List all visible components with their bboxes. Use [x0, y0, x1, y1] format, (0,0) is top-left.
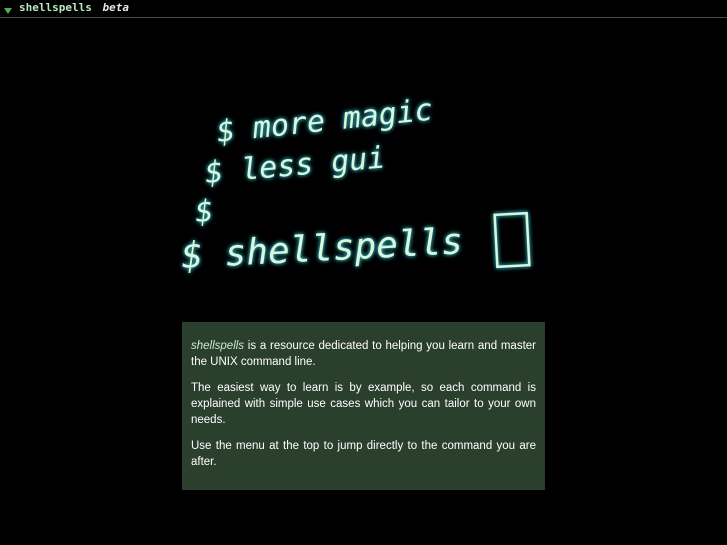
- site-title[interactable]: shellspells beta: [19, 1, 129, 14]
- intro-paragraph-1: shellspells is a resource dedicated to h…: [191, 338, 536, 370]
- top-menu-bar: shellspells beta: [0, 0, 727, 18]
- hero-line-shellspells: $ shellspells: [180, 221, 464, 277]
- hero-line-more-magic: $ more magic: [215, 92, 434, 149]
- intro-paragraph-2: The easiest way to learn is by example, …: [191, 382, 536, 426]
- intro-panel: shellspells is a resource dedicated to h…: [182, 322, 545, 490]
- intro-paragraph-3: Use the menu at the top to jump directly…: [191, 440, 536, 468]
- intro-brand-em: shellspells: [191, 340, 245, 352]
- menu-toggle-icon[interactable]: [3, 3, 13, 14]
- beta-badge: beta: [102, 1, 129, 14]
- hero-terminal-graphic: $ more magic $ less gui $ $ shellspells: [160, 80, 560, 290]
- brand-name: shellspells: [19, 1, 92, 14]
- block-cursor-icon: [493, 211, 531, 269]
- hero-line-prompt: $: [194, 194, 214, 230]
